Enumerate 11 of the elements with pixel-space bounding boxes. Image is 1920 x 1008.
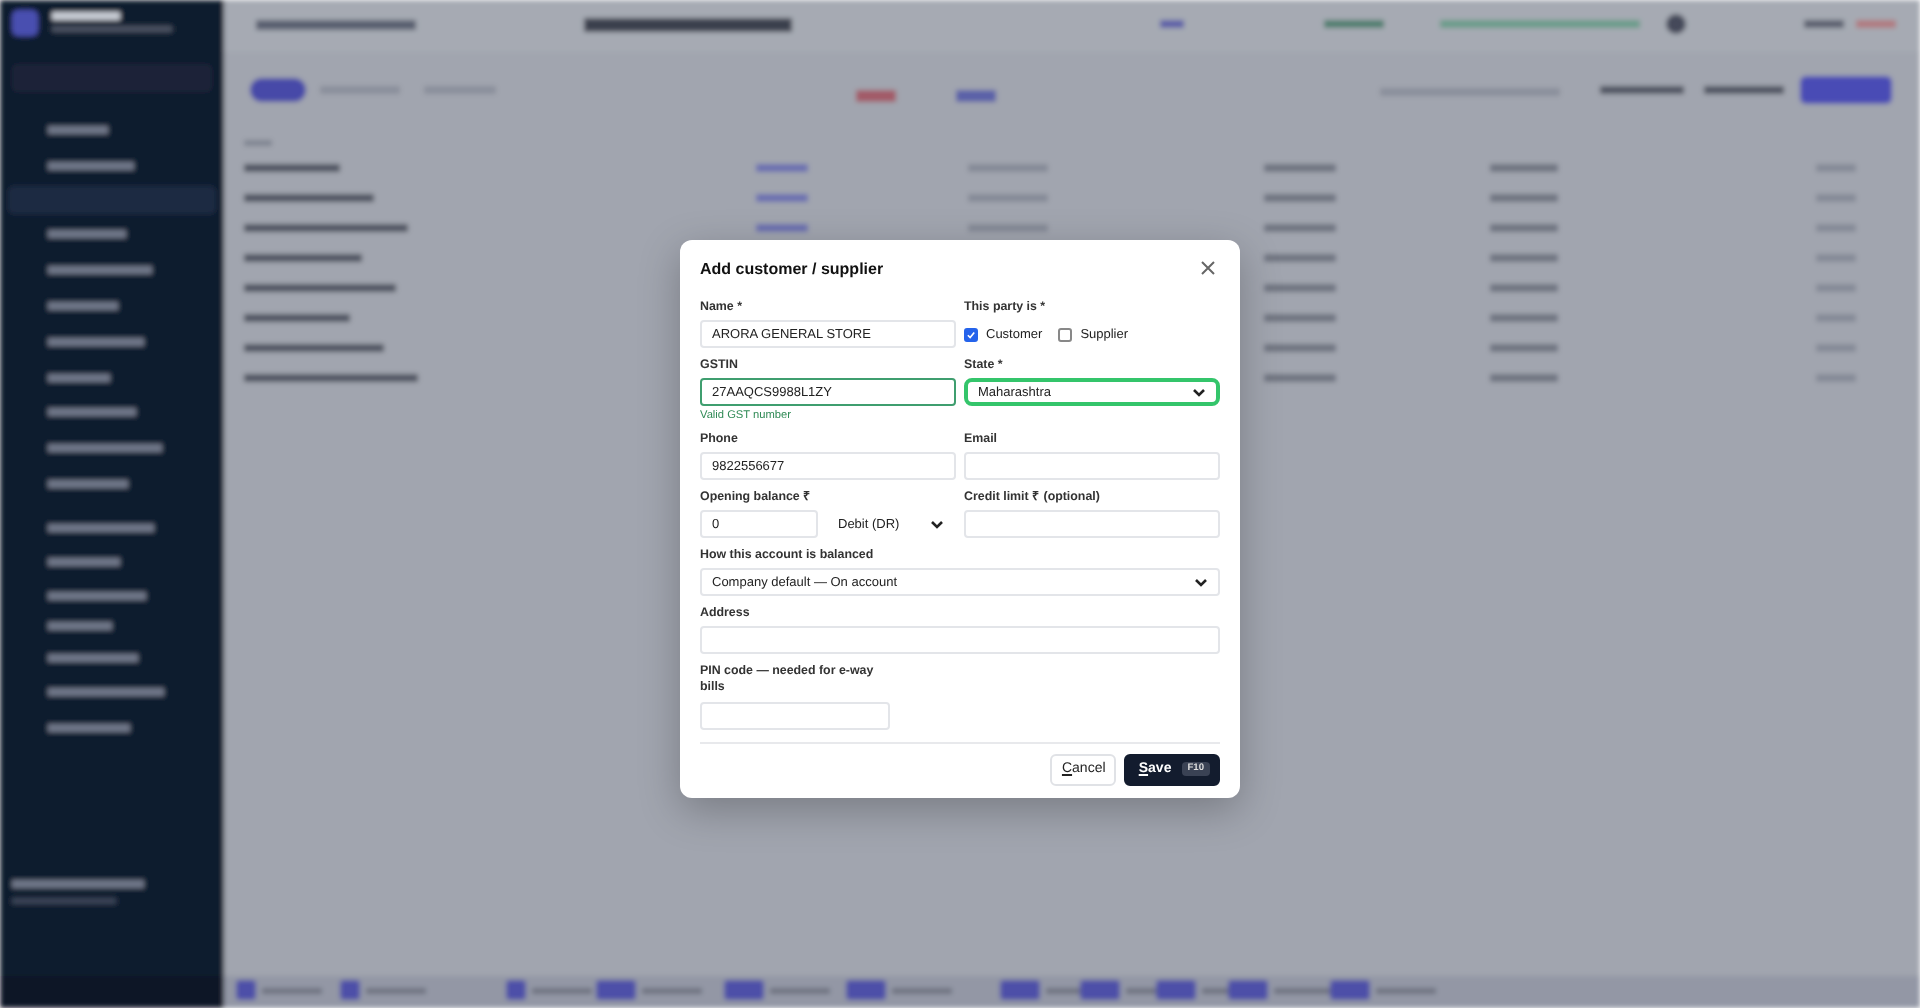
checkbox[interactable]	[964, 327, 978, 342]
text-field[interactable]	[964, 510, 1220, 539]
text-field[interactable]	[964, 452, 1220, 481]
checkbox[interactable]	[1058, 327, 1073, 342]
chevron-down-icon	[1194, 577, 1208, 588]
chevron-down-icon	[1192, 387, 1206, 398]
text-field[interactable]	[700, 701, 890, 729]
dialog-title: Add customer / supplier	[700, 259, 884, 277]
close-icon[interactable]	[1200, 260, 1216, 276]
text-field[interactable]	[700, 626, 1220, 655]
chevron-down-icon	[930, 519, 944, 530]
